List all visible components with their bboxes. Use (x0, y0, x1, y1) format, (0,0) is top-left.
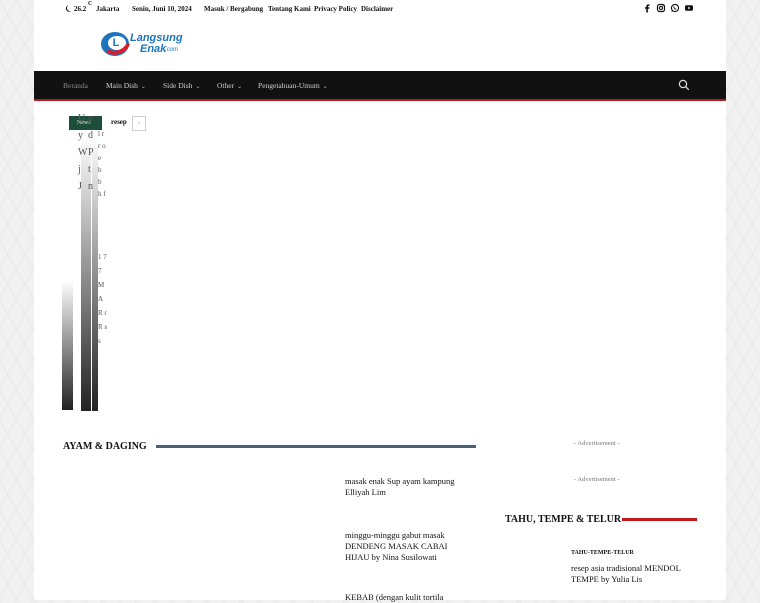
disclaimer-link[interactable]: Disclaimer (361, 5, 393, 13)
advertisement-label: - Advertisement - (574, 476, 620, 483)
temperature-unit: C (88, 1, 93, 7)
search-icon[interactable] (678, 79, 690, 91)
slider-text-column: l r r o e b b h f (98, 130, 106, 198)
temperature-value: 26.2 (74, 5, 87, 13)
advertisement-label: - Advertisement - (574, 440, 620, 447)
nav-item-pengetahuan-umum[interactable]: Pengetahuan-Umum ⌄ (258, 81, 328, 90)
whatsapp-icon[interactable] (670, 3, 680, 13)
section-title-rule (622, 518, 697, 521)
chevron-down-icon: ⌄ (140, 84, 146, 90)
youtube-icon[interactable] (684, 3, 694, 13)
chevron-down-icon: ⌄ (237, 84, 243, 90)
slider-text-column: U y W j J (78, 113, 88, 192)
privacy-policy-link[interactable]: Privacy Policy (314, 5, 357, 13)
logo-text-line2: Enak (140, 43, 167, 55)
nav-item-label: Side Dish (163, 81, 193, 90)
chevron-down-icon: ⌄ (322, 84, 328, 90)
nav-item-side-dish[interactable]: Side Dish ⌄ (163, 81, 200, 90)
login-link[interactable]: Masuk / Bergabung (204, 5, 263, 13)
article-link[interactable]: minggu-minggu gabut masak DENDENG MASAK … (345, 530, 470, 563)
nav-item-beranda[interactable]: Beranda (63, 81, 88, 90)
section-title-ayam-daging: AYAM & DAGING (63, 441, 147, 452)
main-navigation: Beranda Main Dish ⌄ Side Dish ⌄ Other ⌄ Pen… (34, 71, 726, 101)
nav-item-main-dish[interactable]: Main Dish ⌄ (106, 81, 146, 90)
category-label[interactable]: TAHU-TEMPE-TELUR (571, 550, 634, 556)
moon-icon (65, 5, 72, 12)
nav-item-label: Main Dish (106, 81, 138, 90)
weather-city: Jakarta (96, 5, 120, 13)
nav-item-other[interactable]: Other ⌄ (217, 81, 242, 90)
article-link[interactable]: masak enak Sup ayam kampung Elliyah Lim (345, 476, 470, 498)
slider-text-column: 1 7 7 MA R r R s s (98, 253, 108, 345)
section-title-tahu-tempe-telur: TAHU, TEMPE & TELUR (505, 514, 622, 525)
instagram-icon[interactable] (656, 3, 666, 13)
about-link[interactable]: Tentang Kami (268, 5, 311, 13)
chevron-down-icon: ⌄ (195, 84, 201, 90)
nav-item-label: Other (217, 81, 235, 90)
ticker-article-link[interactable]: resep (111, 118, 127, 126)
ticker-next-button[interactable]: › (132, 116, 146, 131)
site-logo[interactable]: L Langsung Enak .com (100, 28, 200, 62)
page-container: 26.2 C Jakarta Senin, Juni 10, 2024 Masu… (34, 0, 726, 603)
current-date: Senin, Juni 10, 2024 (132, 5, 192, 13)
sidebar-article-link[interactable]: resep asia tradisional MENDOL TEMPE by Y… (571, 563, 701, 585)
slider-bar (62, 280, 73, 410)
logo-text-suffix: .com (165, 47, 179, 53)
svg-text:L: L (113, 37, 120, 49)
top-bar: 26.2 C Jakarta Senin, Juni 10, 2024 Masu… (34, 0, 726, 18)
nav-item-label: Pengetahuan-Umum (258, 81, 320, 90)
nav-item-label: Beranda (63, 81, 88, 90)
section-title-rule (156, 445, 476, 448)
facebook-icon[interactable] (642, 3, 652, 13)
article-link[interactable]: KEBAB (dengan kulit tortila (345, 592, 470, 603)
slider-text-column: p d P t n (88, 113, 94, 192)
